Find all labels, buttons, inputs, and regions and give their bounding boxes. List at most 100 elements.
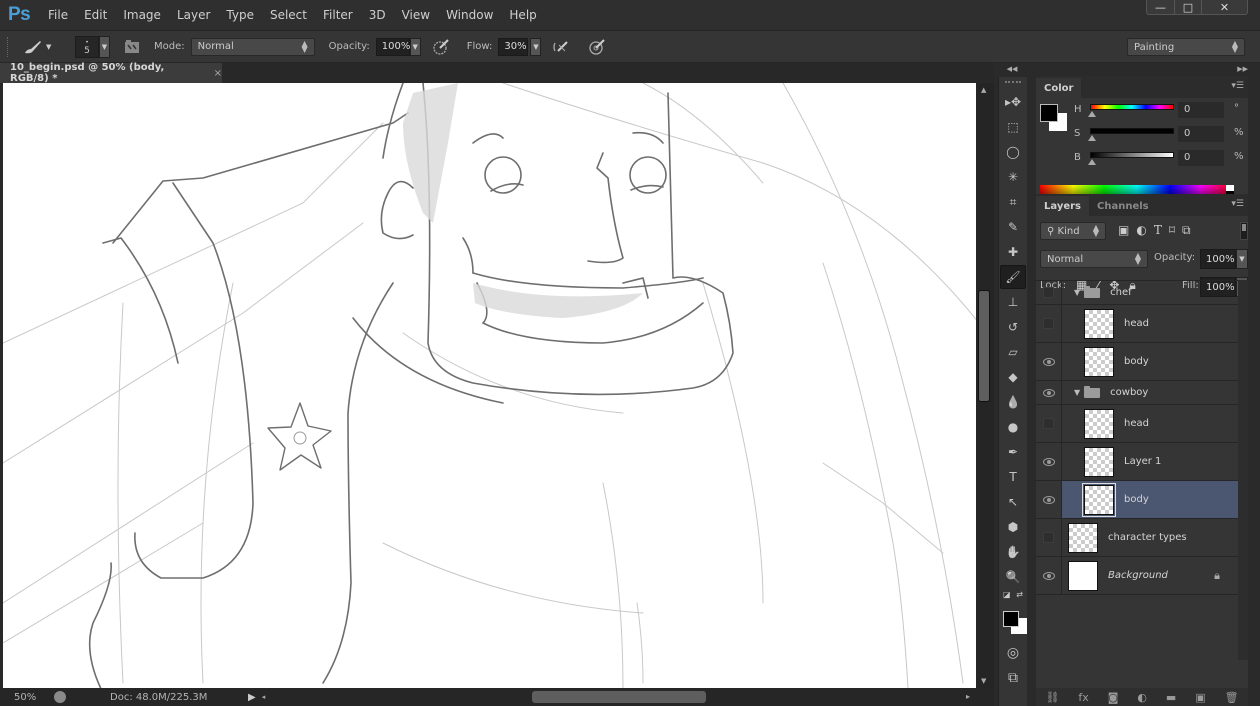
link-icon[interactable]: ⛓ xyxy=(1045,691,1059,704)
type-tool[interactable]: T xyxy=(1000,465,1026,489)
vertical-scroll-thumb[interactable] xyxy=(978,290,990,402)
clone-stamp-tool[interactable]: ⊥ xyxy=(1000,290,1026,314)
menu-3d[interactable]: 3D xyxy=(361,0,394,30)
filter-toggle-switch[interactable] xyxy=(1240,222,1248,240)
layer-main[interactable]: body xyxy=(1062,481,1238,518)
menu-help[interactable]: Help xyxy=(501,0,544,30)
pressure-size-toggle[interactable] xyxy=(587,37,607,57)
layer-thumbnail[interactable] xyxy=(1068,522,1098,553)
layer-thumbnail[interactable] xyxy=(1084,446,1114,477)
color-foreground-swatch[interactable] xyxy=(1040,104,1058,122)
saturation-slider[interactable] xyxy=(1090,128,1174,134)
pixel-filter-icon[interactable]: ▣ xyxy=(1118,223,1129,238)
airbrush-toggle[interactable] xyxy=(551,37,571,57)
layers-scrollbar[interactable] xyxy=(1238,280,1248,660)
close-button[interactable]: ✕ xyxy=(1201,0,1247,15)
quick-mask-button[interactable]: ◎ xyxy=(1000,641,1026,665)
hand-tool[interactable]: ✋ xyxy=(1000,540,1026,564)
trash-icon[interactable]: 🗑 xyxy=(1225,691,1239,704)
zoom-level[interactable]: 50% xyxy=(0,692,50,703)
horizontal-scroll-thumb[interactable] xyxy=(532,691,706,703)
scroll-up-icon[interactable]: ▲ xyxy=(981,86,986,94)
layer-group-row[interactable]: ▼ cowboy xyxy=(1036,381,1238,405)
visibility-toggle[interactable] xyxy=(1036,381,1062,404)
blur-tool[interactable]: 💧 xyxy=(1000,390,1026,414)
tool-preset-picker[interactable]: ▼ xyxy=(23,39,61,55)
menu-edit[interactable]: Edit xyxy=(76,0,115,30)
menu-filter[interactable]: Filter xyxy=(315,0,361,30)
dodge-tool[interactable]: ● xyxy=(1000,415,1026,439)
panel-menu-icon[interactable]: ▾☰ xyxy=(1231,81,1244,91)
pressure-opacity-toggle[interactable] xyxy=(431,37,451,57)
menu-image[interactable]: Image xyxy=(115,0,169,30)
scroll-right-icon[interactable]: ▸ xyxy=(966,692,970,701)
layer-group-row[interactable]: ▼ chef xyxy=(1036,281,1238,305)
layer-main[interactable]: character types xyxy=(1062,519,1238,556)
visibility-toggle[interactable] xyxy=(1036,443,1062,480)
folder-icon[interactable]: ▬ xyxy=(1166,691,1176,704)
layer-main[interactable]: Layer 1 xyxy=(1062,443,1238,480)
visibility-toggle[interactable] xyxy=(1036,405,1062,442)
flow-dropdown[interactable]: ▼ xyxy=(530,37,542,56)
opacity-input[interactable]: 100% xyxy=(375,37,410,56)
menu-window[interactable]: Window xyxy=(438,0,501,30)
smart-object-filter-icon[interactable]: ⧉ xyxy=(1182,223,1191,238)
layer-row[interactable]: Layer 1 xyxy=(1036,443,1238,481)
swap-colors-icon[interactable]: ⇄ xyxy=(1016,590,1023,602)
expand-panels-icon[interactable]: ▶▶ xyxy=(1237,63,1248,76)
pen-tool[interactable]: ✒ xyxy=(1000,440,1026,464)
visibility-toggle[interactable] xyxy=(1036,305,1062,342)
layer-main[interactable]: Background 🔒︎ xyxy=(1062,557,1238,594)
layer-main[interactable]: body xyxy=(1062,343,1238,380)
menu-type[interactable]: Type xyxy=(218,0,262,30)
layer-row[interactable]: Background 🔒︎ xyxy=(1036,557,1238,595)
layer-main[interactable]: head xyxy=(1062,305,1238,342)
fx-icon[interactable]: fx xyxy=(1078,691,1088,704)
visibility-toggle[interactable] xyxy=(1036,519,1062,556)
screen-mode-button[interactable]: ⧉ xyxy=(1000,666,1026,690)
tab-color[interactable]: Color xyxy=(1036,78,1082,98)
scroll-down-icon[interactable]: ▼ xyxy=(981,677,986,685)
visibility-toggle[interactable] xyxy=(1036,281,1062,304)
visibility-toggle[interactable] xyxy=(1036,343,1062,380)
magic-wand-tool[interactable]: ✳ xyxy=(1000,165,1026,189)
layer-row[interactable]: head xyxy=(1036,305,1238,343)
tab-channels[interactable]: Channels xyxy=(1089,196,1157,216)
menu-select[interactable]: Select xyxy=(262,0,315,30)
collapse-tools-icon[interactable]: ◀◀ xyxy=(994,63,1030,76)
options-grip[interactable] xyxy=(7,36,11,57)
layer-row[interactable]: head xyxy=(1036,405,1238,443)
layer-thumbnail[interactable] xyxy=(1084,346,1114,377)
foreground-color-swatch[interactable] xyxy=(1003,611,1019,627)
layer-main[interactable]: head xyxy=(1062,405,1238,442)
layer-opacity-dropdown[interactable]: ▼ xyxy=(1236,249,1248,269)
shape-filter-icon[interactable]: ⌑ xyxy=(1169,223,1175,238)
scroll-left-icon[interactable]: ◂ xyxy=(262,693,266,701)
layer-row[interactable]: body xyxy=(1036,481,1238,519)
move-tool[interactable]: ▸✥ xyxy=(1000,90,1026,114)
flow-input[interactable]: 30% xyxy=(498,37,529,56)
document-tab[interactable]: 10_begin.psd @ 50% (body, RGB/8) * × xyxy=(0,62,222,84)
layer-thumbnail[interactable] xyxy=(1068,560,1098,591)
path-selection-tool[interactable]: ↖ xyxy=(1000,490,1026,514)
visibility-toggle[interactable] xyxy=(1036,557,1062,594)
layer-thumbnail[interactable] xyxy=(1082,482,1116,517)
new-layer-icon[interactable]: ▣ xyxy=(1195,691,1205,704)
adjustment-icon[interactable]: ◐ xyxy=(1137,691,1147,704)
brush-size-picker[interactable]: • 5 xyxy=(75,35,99,58)
menu-file[interactable]: File xyxy=(40,0,76,30)
layer-thumbnail[interactable] xyxy=(1084,408,1114,439)
paint-bucket-tool[interactable]: ◆ xyxy=(1000,365,1026,389)
layer-row[interactable]: body xyxy=(1036,343,1238,381)
crop-tool[interactable]: ⌗ xyxy=(1000,190,1026,214)
tab-layers[interactable]: Layers xyxy=(1036,196,1089,216)
brush-tool[interactable]: 🖌 xyxy=(1000,265,1026,289)
blend-mode-select[interactable]: Normal ▲ ▼ xyxy=(1040,250,1148,268)
vertical-scrollbar[interactable]: ▲ ▼ xyxy=(976,83,994,688)
layer-main[interactable]: ▼ cowboy xyxy=(1062,381,1238,404)
brush-panel-toggle[interactable] xyxy=(122,37,142,57)
hue-slider[interactable] xyxy=(1090,104,1174,110)
eyedropper-tool[interactable]: ✎ xyxy=(1000,215,1026,239)
maximize-button[interactable]: □ xyxy=(1174,0,1201,15)
saturation-slider-knob[interactable] xyxy=(1088,135,1096,141)
